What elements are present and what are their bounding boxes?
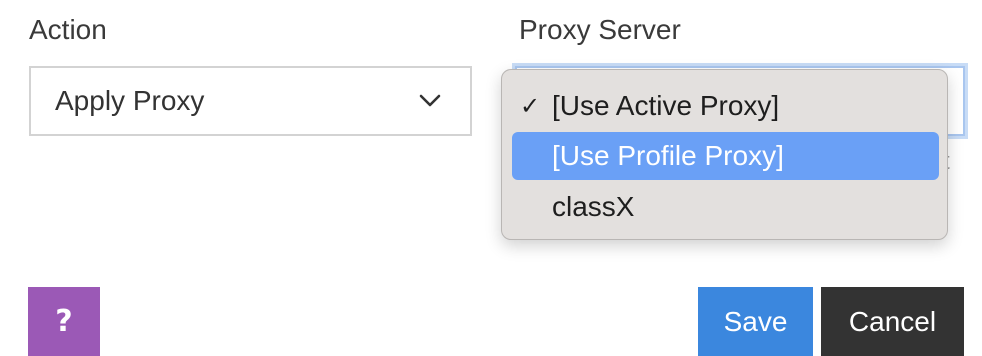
question-mark-icon: ? — [55, 304, 73, 339]
action-label: Action — [29, 14, 107, 45]
dropdown-option-use-profile-proxy[interactable]: [Use Profile Proxy] — [512, 132, 939, 180]
save-button[interactable]: Save — [698, 287, 813, 356]
chevron-down-icon — [418, 89, 442, 113]
dropdown-option-classx[interactable]: classX — [512, 183, 939, 231]
dropdown-option-label: classX — [552, 191, 635, 222]
checkmark-icon: ✓ — [520, 92, 541, 120]
dropdown-option-use-active-proxy[interactable]: ✓ [Use Active Proxy] — [512, 82, 939, 130]
action-select[interactable]: Apply Proxy — [29, 66, 472, 136]
dropdown-option-label: [Use Active Proxy] — [552, 90, 780, 121]
cancel-button[interactable]: Cancel — [821, 287, 964, 356]
dropdown-option-label: [Use Profile Proxy] — [552, 140, 784, 171]
proxy-rule-form: Action Proxy Server Apply Proxy t ✓ [Use… — [0, 0, 982, 356]
help-button[interactable]: ? — [28, 287, 100, 356]
proxy-server-dropdown: ✓ [Use Active Proxy] [Use Profile Proxy]… — [501, 69, 948, 240]
action-select-value: Apply Proxy — [55, 85, 205, 116]
proxy-server-label: Proxy Server — [519, 14, 681, 45]
